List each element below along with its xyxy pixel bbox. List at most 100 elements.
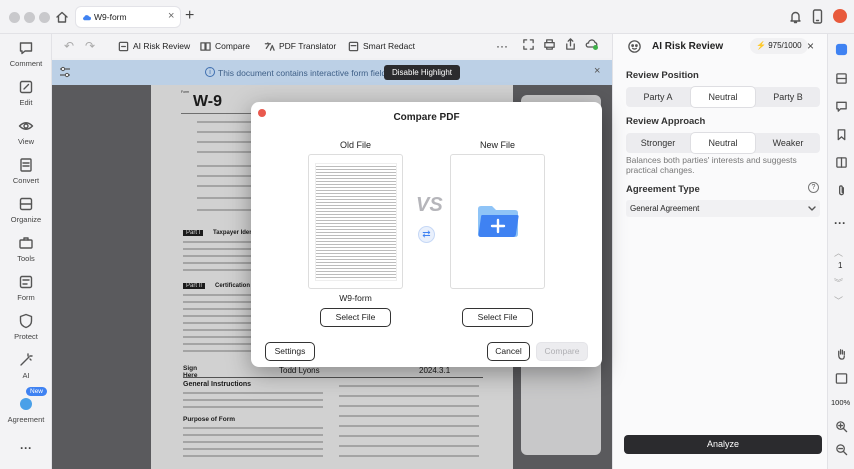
last-page-icon[interactable]: ﹀ xyxy=(834,294,843,307)
attachment-icon[interactable] xyxy=(835,184,848,197)
smart-redact-button[interactable]: Smart Redact xyxy=(348,37,415,55)
option-neutral-approach[interactable]: Neutral xyxy=(691,133,755,153)
sidebar-item-label: Form xyxy=(17,293,35,302)
tab-title: W9-form xyxy=(94,12,127,22)
option-party-a[interactable]: Party A xyxy=(626,87,690,107)
disable-highlight-button[interactable]: Disable Highlight xyxy=(384,65,461,80)
old-file-thumbnail xyxy=(315,163,397,281)
zoom-in-icon[interactable] xyxy=(835,420,848,433)
option-stronger[interactable]: Stronger xyxy=(626,133,690,153)
share-icon[interactable] xyxy=(564,37,577,51)
document-tab[interactable]: W9-form × xyxy=(75,6,181,28)
new-badge: New xyxy=(26,387,48,396)
thumbnails-icon[interactable] xyxy=(835,156,848,169)
ai-risk-review-button[interactable]: AI Risk Review xyxy=(118,37,190,55)
window-close-button[interactable] xyxy=(9,12,20,23)
compare-button[interactable]: Compare xyxy=(200,37,250,55)
agreement-type-select[interactable]: General Agreement xyxy=(626,200,820,217)
sidebar-item-protect[interactable]: Protect xyxy=(0,313,52,341)
zoom-level[interactable]: 100% xyxy=(831,398,850,407)
dialog-title: Compare PDF xyxy=(393,112,460,123)
cloud-sync-icon[interactable] xyxy=(585,37,599,51)
lightning-icon: ⚡ xyxy=(756,41,766,50)
sidebar-item-label: Agreement xyxy=(7,415,45,424)
new-file-label: New File xyxy=(479,140,515,150)
help-icon[interactable]: ? xyxy=(808,182,819,193)
sidebar-item-comment[interactable]: Comment xyxy=(0,40,52,68)
more-options-icon[interactable]: ··· xyxy=(496,37,508,55)
title-bar: W9-form × + xyxy=(0,0,854,34)
ai-assistant-icon[interactable] xyxy=(835,43,848,56)
form-settings-icon[interactable] xyxy=(58,65,72,79)
sidebar-item-form[interactable]: Form xyxy=(0,274,52,302)
organize-icon xyxy=(19,197,33,211)
page-up-icon[interactable]: ︿ xyxy=(834,246,843,259)
smart-redact-label: Smart Redact xyxy=(363,41,415,51)
sidebar-item-convert[interactable]: Convert xyxy=(0,157,52,185)
page-number[interactable]: 1 xyxy=(838,261,842,270)
select-new-file-button[interactable]: Select File xyxy=(462,308,533,327)
sidebar-item-label: Protect xyxy=(14,332,38,341)
sidebar-item-organize[interactable]: Organize xyxy=(0,196,52,224)
print-icon[interactable] xyxy=(543,38,556,51)
window-minimize-button[interactable] xyxy=(24,12,35,23)
new-file-dropzone[interactable] xyxy=(450,154,545,289)
sidebar-item-label: View xyxy=(17,137,35,146)
settings-button[interactable]: Settings xyxy=(265,342,315,361)
review-position-segmented: Party A Neutral Party B xyxy=(626,87,820,107)
close-notice-icon[interactable]: × xyxy=(594,65,600,77)
compare-submit-button[interactable]: Compare xyxy=(536,342,588,361)
pdf-translator-button[interactable]: PDF Translator xyxy=(264,37,336,55)
sidebar-item-view[interactable]: View xyxy=(0,118,52,146)
approach-description: Balances both parties' interests and sug… xyxy=(626,155,797,175)
select-old-file-button[interactable]: Select File xyxy=(320,308,391,327)
review-approach-segmented: Stronger Neutral Weaker xyxy=(626,133,820,153)
fit-page-icon[interactable] xyxy=(835,372,848,385)
zoom-out-icon[interactable] xyxy=(835,443,848,456)
bookmark-icon[interactable] xyxy=(835,128,848,141)
more-tools-icon[interactable]: ··· xyxy=(834,216,846,230)
new-tab-button[interactable]: + xyxy=(185,7,194,25)
convert-icon xyxy=(20,158,32,172)
properties-icon[interactable] xyxy=(835,72,848,85)
undo-icon[interactable]: ↶ xyxy=(64,37,74,55)
translate-icon xyxy=(264,41,275,51)
old-file-label: Old File xyxy=(339,140,371,150)
window-zoom-button[interactable] xyxy=(39,12,50,23)
ai-risk-review-panel: AI Risk Review ⚡ 975/1000 × Review Posit… xyxy=(612,34,827,469)
swap-files-icon[interactable]: ⇄ xyxy=(418,226,435,243)
old-file-preview[interactable] xyxy=(308,154,403,289)
sidebar-item-agreement[interactable]: New Agreement xyxy=(0,387,52,424)
page-down-icon[interactable]: ︾ xyxy=(834,276,843,289)
chat-icon[interactable] xyxy=(835,100,848,113)
avatar[interactable] xyxy=(833,9,847,23)
device-icon[interactable] xyxy=(812,9,823,24)
sidebar-item-tools[interactable]: Tools xyxy=(0,235,52,263)
option-neutral-position[interactable]: Neutral xyxy=(691,87,755,107)
edit-icon xyxy=(19,80,33,94)
sidebar-item-edit[interactable]: Edit xyxy=(0,79,52,107)
vs-label: VS xyxy=(416,194,443,216)
notice-text: This document contains interactive form … xyxy=(218,68,393,78)
cancel-button[interactable]: Cancel xyxy=(487,342,530,361)
close-panel-icon[interactable]: × xyxy=(807,39,814,53)
fullscreen-icon[interactable] xyxy=(522,38,535,51)
more-icon[interactable]: ··· xyxy=(0,441,52,455)
option-party-b[interactable]: Party B xyxy=(756,87,820,107)
option-weaker[interactable]: Weaker xyxy=(756,133,820,153)
hand-icon[interactable] xyxy=(835,347,848,361)
home-icon[interactable] xyxy=(55,10,69,24)
agreement-type-value: General Agreement xyxy=(630,204,700,213)
chevron-down-icon xyxy=(808,206,816,211)
ai-risk-icon xyxy=(118,41,129,51)
sidebar-item-label: Tools xyxy=(17,254,35,263)
eye-icon xyxy=(18,122,34,130)
folder-add-icon xyxy=(478,206,519,237)
sidebar-item-ai[interactable]: AI xyxy=(0,352,52,380)
bell-icon[interactable] xyxy=(789,10,802,24)
analyze-button[interactable]: Analyze xyxy=(624,435,822,454)
form-icon xyxy=(19,275,33,289)
toolbar: ↶ ↷ AI Risk Review Compare PDF Translato… xyxy=(52,34,612,58)
redo-icon[interactable]: ↷ xyxy=(85,37,95,55)
close-tab-icon[interactable]: × xyxy=(168,10,174,22)
